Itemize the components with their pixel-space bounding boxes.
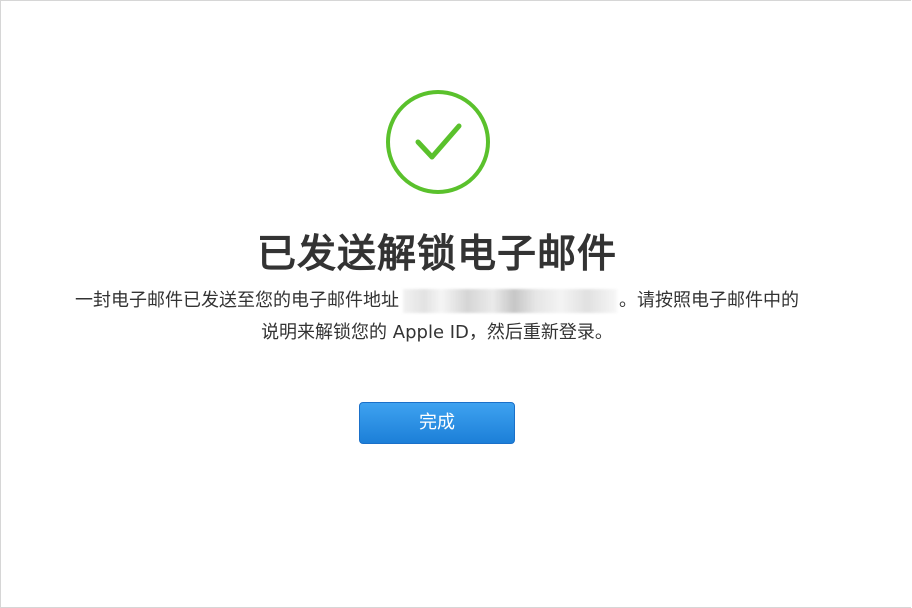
redacted-email-address [403,289,617,313]
message-prefix: 一封电子邮件已发送至您的电子邮件地址 [75,290,399,311]
page-title: 已发送解锁电子邮件 [256,232,617,277]
confirmation-message: 一封电子邮件已发送至您的电子邮件地址 。请按照电子邮件中的 说明来解锁您的 App… [1,285,873,349]
page-frame: 已发送解锁电子邮件 一封电子邮件已发送至您的电子邮件地址 。请按照电子邮件中的 说… [0,0,911,608]
checkmark-circle-icon [386,90,490,194]
message-line-1: 一封电子邮件已发送至您的电子邮件地址 。请按照电子邮件中的 [1,285,873,317]
message-suffix: 。请按照电子邮件中的 [619,290,799,311]
done-button[interactable]: 完成 [359,402,515,444]
message-line-2: 说明来解锁您的 Apple ID，然后重新登录。 [261,322,613,343]
